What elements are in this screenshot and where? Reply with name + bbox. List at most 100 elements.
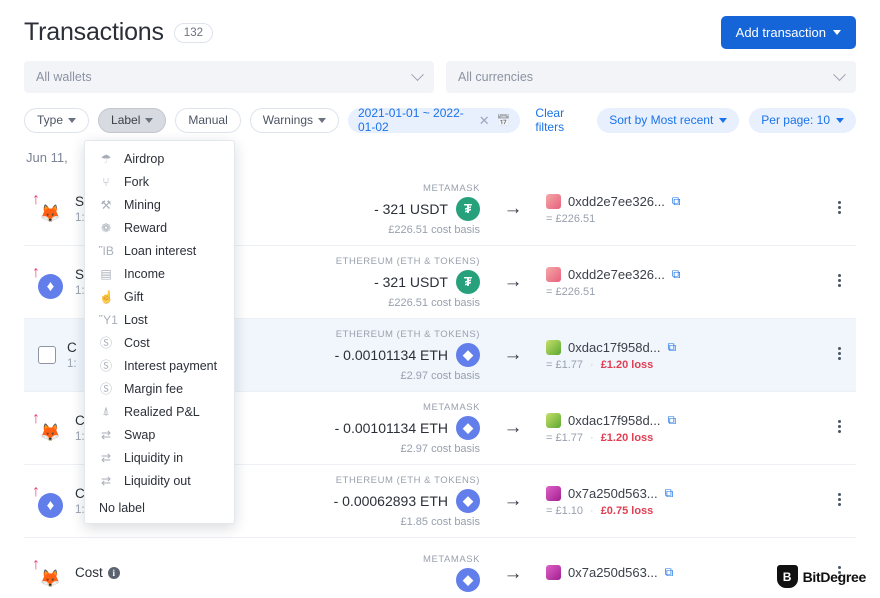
row-checkbox[interactable] <box>38 346 56 364</box>
date-range-chip[interactable]: 2021-01-01 ~ 2022-01-02 ✕ 📅 <box>348 106 521 134</box>
transaction-source: ETHEREUM (ETH & TOKENS) - 0.00101134 ETH ◆… <box>249 329 484 382</box>
swap-arrows-icon: ⇄ <box>100 450 112 465</box>
chevron-down-icon <box>833 67 846 81</box>
gift-hand-icon: ☝ <box>99 289 114 304</box>
transaction-source: ETHEREUM (ETH & TOKENS) - 0.00062893 ETH ◆… <box>249 475 484 528</box>
filter-chip-manual-label: Manual <box>188 113 228 127</box>
filter-chip-warnings[interactable]: Warnings <box>249 107 339 133</box>
menu-item-liquidity-out[interactable]: ⇄ Liquidity out <box>85 469 234 492</box>
label-dropdown-menu: ☂ Airdrop ⑂ Fork ⚒ Mining ❁ Reward ἽB Loan intere… <box>84 140 235 524</box>
external-link-icon[interactable]: ⧉ <box>668 413 677 428</box>
info-icon[interactable]: i <box>107 566 120 579</box>
external-link-icon[interactable]: ⧉ <box>665 565 674 580</box>
menu-item-label: Mining <box>124 197 161 212</box>
transaction-type-label: Costi <box>75 565 120 580</box>
transaction-meta: C 1: <box>67 340 77 370</box>
arrow-up-icon: ↑ <box>32 556 40 573</box>
menu-item-fork[interactable]: ⑂ Fork <box>85 170 234 193</box>
transactions-page: Transactions 132 Add transaction All wal… <box>0 0 880 598</box>
arrow-up-icon: ↑ <box>32 191 40 208</box>
address-line: 0xdd2e7ee326... ⧉ <box>546 193 822 209</box>
menu-item-mining[interactable]: ⚒ Mining <box>85 193 234 216</box>
wallet-icon-wrap: ↑ 🦊 <box>30 192 64 226</box>
amount-line: - 0.00101134 ETH ◆ <box>249 342 480 367</box>
menu-item-label: Cost <box>124 335 150 350</box>
row-more-menu-icon[interactable] <box>822 491 856 512</box>
transfer-arrow-icon: → <box>503 344 523 365</box>
menu-item-airdrop[interactable]: ☂ Airdrop <box>85 147 234 170</box>
bitdegree-wordmark: BitDegree <box>802 568 867 585</box>
chevron-down-icon <box>68 117 77 123</box>
ethereum-icon: ♦ <box>38 274 63 299</box>
menu-item-income[interactable]: ▤ Income <box>85 262 234 285</box>
menu-item-no-label[interactable]: No label <box>85 496 234 519</box>
external-link-icon[interactable]: ⧉ <box>672 194 681 209</box>
wallets-select[interactable]: All wallets <box>24 61 434 93</box>
tether-coin-icon: ₮ <box>456 269 480 294</box>
calendar-icon[interactable]: 📅 <box>497 114 511 127</box>
filter-toolbar: Type Label Manual Warnings 2021-01-01 ~ … <box>0 93 880 134</box>
arrow-up-icon: ↑ <box>32 483 40 500</box>
cost-basis: £1.85 cost basis <box>400 515 481 528</box>
fiat-value-line: = £1.77 · £1.20 loss <box>546 359 822 371</box>
menu-item-label: Swap <box>124 427 156 442</box>
transaction-destination: 0xdd2e7ee326... ⧉ = £226.51 <box>542 266 822 298</box>
fiat-value-line: = £1.77 · £1.20 loss <box>546 432 822 444</box>
chevron-down-icon <box>318 117 326 123</box>
menu-item-swap[interactable]: ⇄ Swap <box>85 423 234 446</box>
parachute-icon: ☂ <box>100 151 112 166</box>
close-icon[interactable]: ✕ <box>479 114 490 127</box>
menu-item-label: Liquidity in <box>124 450 184 465</box>
menu-item-liquidity-in[interactable]: ⇄ Liquidity in <box>85 446 234 469</box>
destination-address: 0xdd2e7ee326... <box>568 266 665 282</box>
row-more-menu-icon[interactable] <box>822 418 856 439</box>
menu-item-gift[interactable]: ☝ Gift <box>85 285 234 308</box>
menu-item-realized-p-l[interactable]: ⍋ Realized P&L <box>85 400 234 423</box>
row-more-menu-icon[interactable] <box>822 272 856 293</box>
row-more-menu-icon[interactable] <box>822 345 856 366</box>
menu-item-interest-payment[interactable]: Ⓢ Interest payment <box>85 354 234 377</box>
filter-chip-label[interactable]: Label <box>98 107 167 133</box>
add-transaction-button[interactable]: Add transaction <box>720 16 856 49</box>
fiat-value: = £1.77 <box>546 358 584 371</box>
menu-item-label: Airdrop <box>124 151 165 166</box>
filter-chip-manual[interactable]: Manual <box>175 107 241 133</box>
page-header: Transactions 132 Add transaction <box>0 0 880 59</box>
wallet-icon-wrap: ↑ ♦ <box>30 484 64 518</box>
external-link-icon[interactable]: ⧉ <box>668 340 677 355</box>
destination-address: 0x7a250d563... <box>568 564 658 580</box>
menu-item-label: Margin fee <box>124 381 184 396</box>
sort-by-button[interactable]: Sort by Most recent <box>597 107 740 133</box>
ethereum-icon: ♦ <box>38 493 63 518</box>
menu-item-reward[interactable]: ❁ Reward <box>85 216 234 239</box>
filter-chip-type[interactable]: Type <box>24 107 90 133</box>
fiat-value: = £1.10 <box>546 504 584 517</box>
ethereum-coin-icon: ◆ <box>456 567 480 592</box>
menu-item-label: Income <box>124 266 165 281</box>
source-venue: METAMASK <box>422 553 480 565</box>
per-page-button[interactable]: Per page: 10 <box>749 107 856 133</box>
menu-item-margin-fee[interactable]: Ⓢ Margin fee <box>85 377 234 400</box>
currencies-select[interactable]: All currencies <box>446 61 856 93</box>
ethereum-coin-icon: ◆ <box>456 415 480 440</box>
external-link-icon[interactable]: ⧉ <box>672 267 681 282</box>
destination-address: 0xdd2e7ee326... <box>568 193 665 209</box>
destination-address: 0xdac17f958d... <box>568 412 661 428</box>
bitdegree-watermark: B BitDegree <box>776 565 867 588</box>
transaction-amount: - 0.00062893 ETH <box>333 492 448 509</box>
clear-filters-link[interactable]: Clear filters <box>535 106 588 134</box>
row-more-menu-icon[interactable] <box>822 199 856 220</box>
menu-item-lost[interactable]: Ὕ1 Lost <box>85 308 234 331</box>
wallets-select-value: All wallets <box>36 70 92 84</box>
menu-item-label: Liquidity out <box>124 473 191 488</box>
transaction-row[interactable]: ↑ 🦊 Cost i METAMASK ◆ → 0x7a250d563... ⧉ <box>24 538 856 598</box>
menu-item-label: Interest payment <box>124 358 218 373</box>
menu-item-loan-interest[interactable]: ἽB Loan interest <box>85 239 234 262</box>
separator-dot: · <box>590 504 594 517</box>
source-venue: ETHEREUM (ETH & TOKENS) <box>335 474 480 486</box>
menu-item-cost[interactable]: Ⓢ Cost <box>85 331 234 354</box>
title-wrap: Transactions 132 <box>24 18 213 47</box>
external-link-icon[interactable]: ⧉ <box>665 486 674 501</box>
currencies-select-value: All currencies <box>458 70 534 84</box>
transaction-destination: 0xdd2e7ee326... ⧉ = £226.51 <box>542 193 822 225</box>
